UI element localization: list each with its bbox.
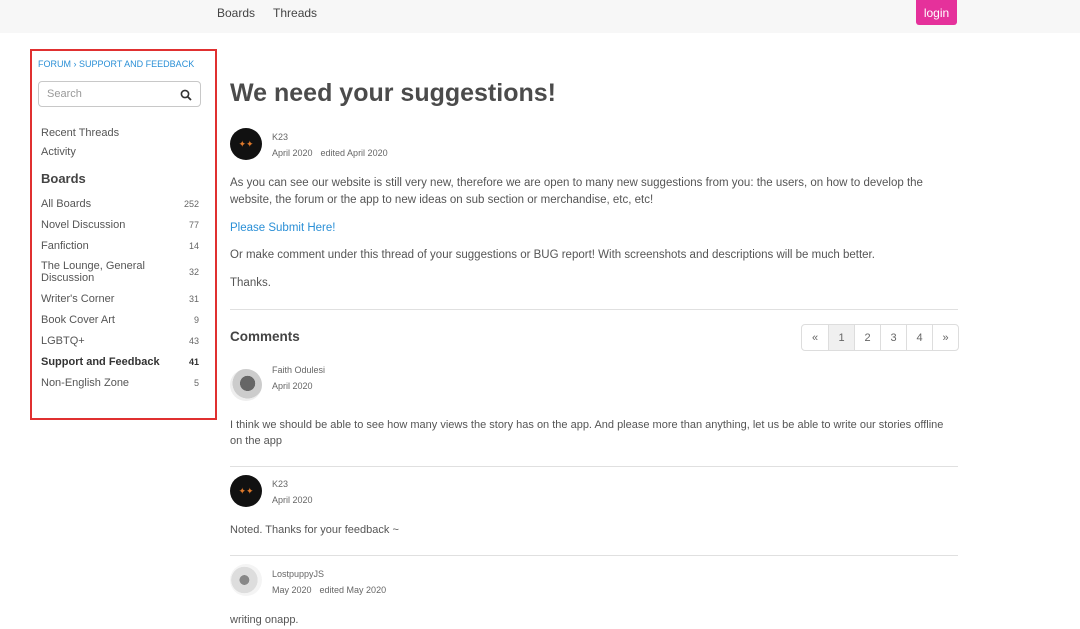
comment-date: May 2020	[272, 585, 312, 595]
submit-link[interactable]: Please Submit Here!	[230, 220, 958, 237]
top-nav: Boards Threads	[217, 6, 317, 20]
avatar-glyph-icon: ✦✦	[238, 485, 254, 496]
board-label: Book Cover Art	[41, 313, 115, 326]
divider	[230, 555, 958, 556]
board-count: 9	[193, 314, 199, 325]
board-label: Novel Discussion	[41, 218, 126, 231]
pager-page-1[interactable]: 1	[828, 325, 854, 350]
post-edited: edited April 2020	[320, 148, 388, 158]
sidebar-item-novel-discussion[interactable]: Novel Discussion 77	[41, 214, 199, 235]
comment-text: I think we should be able to see how man…	[230, 419, 944, 447]
login-button[interactable]: login	[916, 0, 957, 25]
sidebar-item-fanfiction[interactable]: Fanfiction 14	[41, 235, 199, 256]
board-count: 43	[188, 335, 199, 346]
divider	[230, 309, 958, 310]
post-date: April 2020	[272, 148, 313, 158]
search-icon[interactable]	[180, 88, 192, 101]
comment-author[interactable]: LostpuppyJS	[272, 569, 324, 579]
recent-threads-link[interactable]: Recent Threads	[41, 124, 119, 143]
pager-page-4[interactable]: 4	[906, 325, 932, 350]
comment-edited: edited May 2020	[319, 585, 387, 595]
pager-prev-button[interactable]: «	[802, 325, 828, 350]
board-label: The Lounge, General Discussion	[41, 260, 145, 284]
comments-heading: Comments	[230, 329, 300, 344]
sidebar-item-all-boards[interactable]: All Boards 252	[41, 193, 199, 214]
board-label: Fanfiction	[41, 239, 89, 252]
nav-threads-link[interactable]: Threads	[273, 6, 317, 20]
activity-link[interactable]: Activity	[41, 143, 119, 162]
board-count: 14	[188, 240, 199, 251]
avatar[interactable]: ✦✦	[230, 475, 262, 507]
top-navbar: Boards Threads login	[0, 0, 1080, 33]
board-count: 41	[188, 356, 199, 367]
search-input[interactable]	[47, 88, 167, 100]
avatar[interactable]	[230, 564, 262, 596]
comment-text: writing onapp.	[230, 614, 299, 626]
board-label: Non-English Zone	[41, 376, 130, 389]
boards-heading: Boards	[41, 171, 86, 186]
pager-next-button[interactable]: »	[932, 325, 958, 350]
comment-text: Noted. Thanks for your feedback ~	[230, 524, 399, 536]
post-body-text: As you can see our website is still very…	[230, 177, 923, 206]
breadcrumb[interactable]: FORUM › SUPPORT AND FEEDBACK	[38, 59, 194, 69]
board-label: Support and Feedback	[41, 355, 160, 368]
sidebar-item-lgbtq[interactable]: LGBTQ+ 43	[41, 330, 199, 351]
board-count: 77	[188, 219, 199, 230]
post-body-text-3: Thanks.	[230, 277, 271, 289]
comment-author[interactable]: K23	[272, 479, 288, 489]
page-title: We need your suggestions!	[230, 79, 556, 107]
sidebar-item-non-english-zone[interactable]: Non-English Zone 5	[41, 372, 199, 393]
board-count: 5	[193, 377, 199, 388]
board-label: LGBTQ+	[41, 334, 85, 347]
pager-page-2[interactable]: 2	[854, 325, 880, 350]
nav-boards-link[interactable]: Boards	[217, 6, 255, 20]
board-count: 252	[183, 198, 199, 209]
sidebar: FORUM › SUPPORT AND FEEDBACK Recent Thre…	[30, 49, 217, 420]
board-count: 31	[188, 293, 199, 304]
comment-date: April 2020	[272, 495, 313, 505]
post-date-line: April 2020 edited April 2020	[272, 148, 388, 158]
avatar[interactable]	[230, 369, 262, 401]
sidebar-item-support-and-feedback[interactable]: Support and Feedback 41	[41, 351, 199, 372]
sidebar-item-writers-corner[interactable]: Writer's Corner 31	[41, 288, 199, 309]
avatar[interactable]: ✦✦	[230, 128, 262, 160]
search-box	[38, 81, 201, 107]
comment-date: April 2020	[272, 381, 313, 391]
pager-page-3[interactable]: 3	[880, 325, 906, 350]
avatar-glyph-icon: ✦✦	[238, 138, 254, 149]
sidebar-item-the-lounge[interactable]: The Lounge, General Discussion 32	[41, 256, 199, 288]
pagination: « 1 2 3 4 »	[801, 324, 959, 351]
board-label: Writer's Corner	[41, 292, 115, 305]
post-author[interactable]: K23	[272, 132, 288, 142]
board-label: All Boards	[41, 197, 92, 210]
sidebar-item-book-cover-art[interactable]: Book Cover Art 9	[41, 309, 199, 330]
board-count: 32	[188, 267, 199, 277]
post-body-text-2: Or make comment under this thread of you…	[230, 249, 875, 261]
comment-date-line: May 2020 edited May 2020	[272, 585, 386, 595]
divider	[230, 466, 958, 467]
comment-author[interactable]: Faith Odulesi	[272, 365, 325, 375]
sidebar-links: Recent Threads Activity	[41, 124, 119, 162]
boards-list: All Boards 252 Novel Discussion 77 Fanfict…	[41, 193, 199, 393]
